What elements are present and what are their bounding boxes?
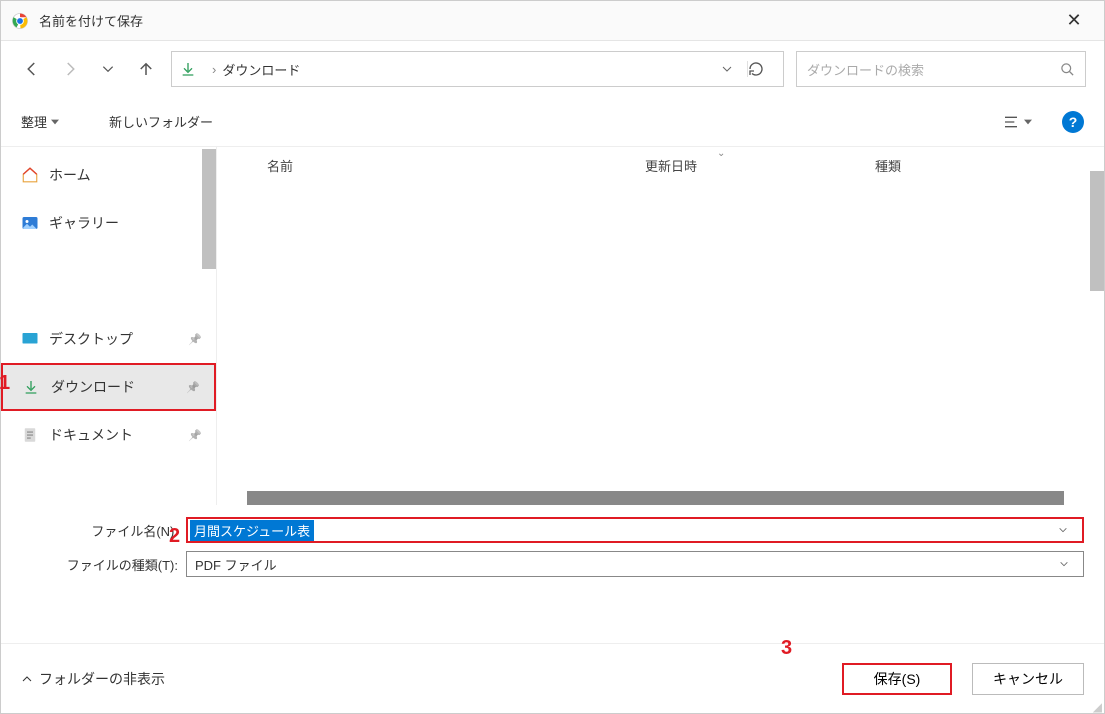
- filetype-row: ファイルの種類(T): PDF ファイル: [1, 547, 1084, 581]
- forward-button[interactable]: [57, 56, 83, 82]
- new-folder-button[interactable]: 新しいフォルダー: [109, 112, 213, 131]
- desktop-icon: [21, 330, 41, 348]
- window-title: 名前を付けて保存: [39, 11, 1054, 30]
- sidebar: ホーム ギャラリー 1 デスクトップ ダウンロード: [1, 147, 216, 505]
- sidebar-item-label: ドキュメント: [49, 425, 133, 445]
- sidebar-item-downloads[interactable]: ダウンロード: [1, 363, 216, 411]
- document-icon: [21, 426, 41, 444]
- resize-grip[interactable]: ◢: [1093, 703, 1102, 711]
- sidebar-item-label: ホーム: [49, 165, 91, 185]
- filetype-select[interactable]: PDF ファイル: [186, 551, 1084, 577]
- back-button[interactable]: [19, 56, 45, 82]
- file-list-body[interactable]: [217, 183, 1104, 483]
- sort-indicator-icon: ⌄: [717, 148, 725, 159]
- sidebar-item-documents[interactable]: ドキュメント: [1, 411, 216, 459]
- recent-dropdown-button[interactable]: [95, 56, 121, 82]
- save-fields: ファイル名(N): 月間スケジュール表 ファイルの種類(T): PDF ファイル: [1, 505, 1104, 589]
- toolbar: 整理 新しいフォルダー ?: [1, 97, 1104, 147]
- gallery-icon: [21, 214, 41, 232]
- close-button[interactable]: ✕: [1054, 10, 1094, 31]
- download-icon: [23, 379, 43, 395]
- breadcrumb-separator: ›: [212, 62, 216, 77]
- chrome-icon: [11, 12, 29, 30]
- file-list: 名前 更新日時 ⌄ 種類: [216, 147, 1104, 505]
- filetype-dropdown-icon[interactable]: [1059, 559, 1083, 569]
- horizontal-scrollbar[interactable]: [247, 491, 1064, 505]
- help-button[interactable]: ?: [1062, 111, 1084, 133]
- home-icon: [21, 166, 41, 184]
- footer: フォルダーの非表示 保存(S) キャンセル: [1, 643, 1104, 713]
- save-button[interactable]: 保存(S): [842, 663, 952, 695]
- sidebar-item-label: ダウンロード: [51, 377, 135, 397]
- filename-dropdown-icon[interactable]: [1058, 525, 1082, 535]
- filename-label: ファイル名(N):: [1, 521, 186, 540]
- annotation-1: 1: [0, 372, 10, 395]
- search-placeholder: ダウンロードの検索: [807, 60, 1060, 79]
- column-headers: 名前 更新日時 ⌄ 種類: [217, 147, 1104, 183]
- filetype-value: PDF ファイル: [187, 555, 1059, 574]
- organize-button[interactable]: 整理: [21, 112, 59, 131]
- filename-input[interactable]: 月間スケジュール表: [186, 517, 1084, 543]
- download-icon: [180, 61, 198, 77]
- titlebar: 名前を付けて保存 ✕: [1, 1, 1104, 41]
- column-date[interactable]: 更新日時 ⌄: [637, 156, 867, 175]
- search-icon: [1060, 62, 1075, 77]
- search-box[interactable]: ダウンロードの検索: [796, 51, 1086, 87]
- filelist-scrollbar[interactable]: [1090, 171, 1104, 291]
- nav-row: › ダウンロード ダウンロードの検索: [1, 41, 1104, 97]
- address-bar[interactable]: › ダウンロード: [171, 51, 784, 87]
- main-area: ホーム ギャラリー 1 デスクトップ ダウンロード: [1, 147, 1104, 505]
- annotation-2: 2: [169, 525, 180, 548]
- column-name[interactable]: 名前: [217, 156, 637, 175]
- filename-row: ファイル名(N): 月間スケジュール表: [1, 513, 1084, 547]
- sidebar-item-label: デスクトップ: [49, 329, 133, 349]
- column-type[interactable]: 種類: [867, 156, 1104, 175]
- filetype-label: ファイルの種類(T):: [1, 555, 186, 574]
- sidebar-item-desktop[interactable]: デスクトップ: [1, 315, 216, 363]
- sidebar-item-label: ギャラリー: [49, 213, 119, 233]
- view-options-button[interactable]: [1002, 114, 1032, 130]
- annotation-3: 3: [781, 637, 792, 660]
- refresh-button[interactable]: [747, 61, 775, 77]
- up-button[interactable]: [133, 56, 159, 82]
- cancel-button[interactable]: キャンセル: [972, 663, 1084, 695]
- hide-folders-toggle[interactable]: フォルダーの非表示: [21, 669, 165, 689]
- address-dropdown[interactable]: [721, 63, 741, 75]
- sidebar-item-home[interactable]: ホーム: [1, 151, 216, 199]
- filename-value: 月間スケジュール表: [190, 520, 314, 541]
- breadcrumb-segment[interactable]: ダウンロード: [222, 60, 721, 79]
- sidebar-item-gallery[interactable]: ギャラリー: [1, 199, 216, 247]
